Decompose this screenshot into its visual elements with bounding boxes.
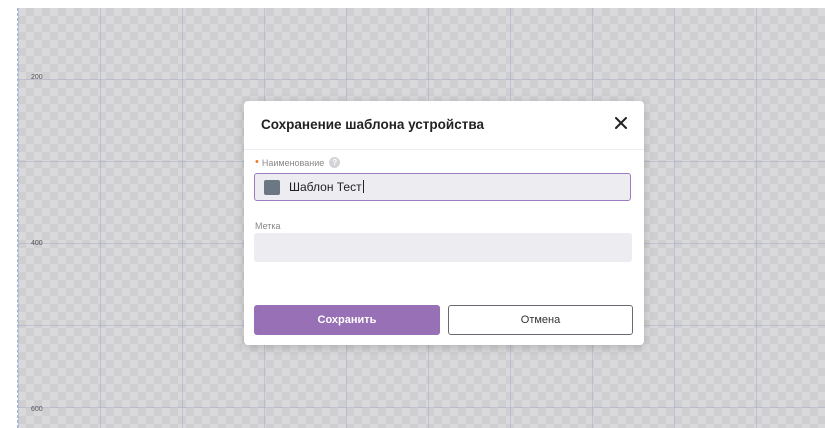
ruler-label-200: 200 (31, 74, 43, 81)
editor-page: 200 400 600 Сохранение шаблона устройств… (0, 0, 825, 428)
name-field[interactable]: Шаблон Тест (254, 173, 631, 201)
help-circle-icon[interactable]: ? (329, 157, 341, 168)
tag-field-label: Метка (255, 221, 281, 231)
name-label-text: Наименование (261, 157, 325, 168)
dialog-title: Сохранение шаблона устройства (261, 117, 484, 132)
save-template-dialog: Сохранение шаблона устройства • Наименов… (244, 101, 644, 345)
text-caret (362, 180, 364, 193)
close-icon[interactable] (612, 114, 630, 132)
ruler-label-600: 600 (31, 406, 43, 413)
tag-field[interactable] (254, 233, 632, 262)
dialog-header: Сохранение шаблона устройства (244, 101, 644, 150)
save-button[interactable]: Сохранить (254, 305, 440, 335)
required-marker: • (255, 156, 259, 168)
color-swatch[interactable] (264, 180, 280, 195)
name-field-value: Шаблон Тест (289, 180, 364, 194)
ruler-label-400: 400 (31, 240, 43, 247)
vertical-ruler (0, 8, 18, 428)
name-field-label: • Наименование ? (255, 156, 341, 168)
cancel-button[interactable]: Отмена (448, 305, 633, 335)
